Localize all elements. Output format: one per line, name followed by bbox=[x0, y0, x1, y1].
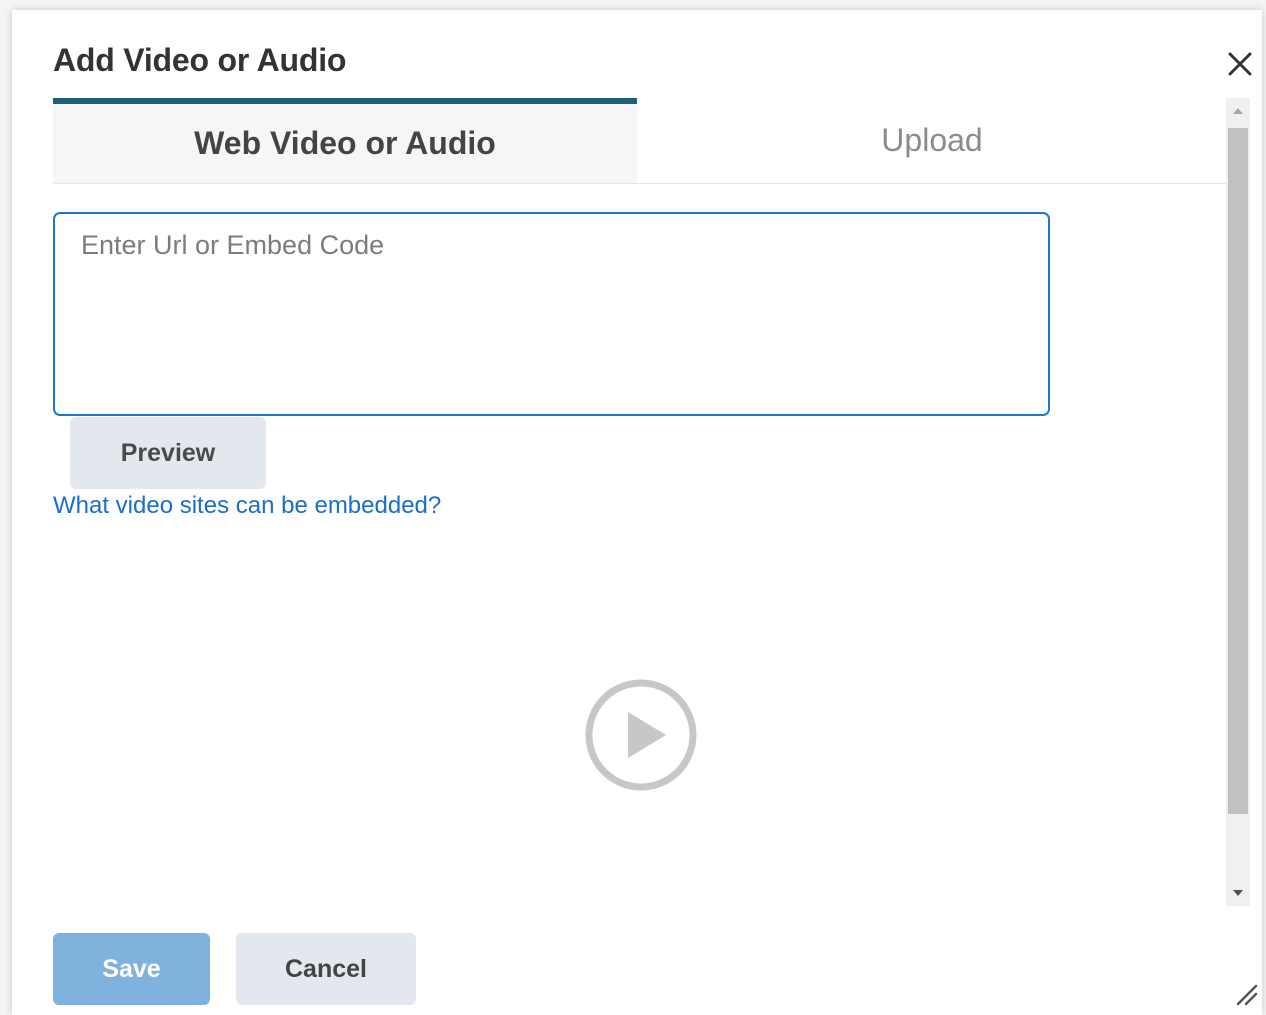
preview-button[interactable]: Preview bbox=[70, 417, 266, 489]
tab-web-video-or-audio[interactable]: Web Video or Audio bbox=[53, 98, 637, 183]
dialog-title: Add Video or Audio bbox=[53, 42, 347, 78]
add-video-dialog: Add Video or Audio Web Video or Audio Up… bbox=[12, 10, 1262, 1015]
page-backdrop: Add Video or Audio Web Video or Audio Up… bbox=[0, 0, 1266, 1015]
tab-upload[interactable]: Upload bbox=[637, 98, 1227, 183]
scrollbar-thumb[interactable] bbox=[1228, 128, 1248, 814]
close-button[interactable] bbox=[1222, 46, 1258, 82]
vertical-scrollbar[interactable] bbox=[1226, 98, 1250, 906]
cancel-button[interactable]: Cancel bbox=[236, 933, 416, 1005]
url-or-embed-code-input[interactable] bbox=[53, 212, 1050, 416]
save-button[interactable]: Save bbox=[53, 933, 210, 1005]
scroll-down-arrow-icon[interactable] bbox=[1226, 880, 1250, 906]
close-icon bbox=[1228, 52, 1252, 76]
embeddable-sites-help-link[interactable]: What video sites can be embedded? bbox=[53, 492, 441, 520]
resize-handle-icon[interactable] bbox=[1232, 980, 1258, 1006]
scroll-up-arrow-icon[interactable] bbox=[1226, 98, 1250, 124]
play-icon bbox=[585, 679, 697, 791]
tab-list: Web Video or Audio Upload bbox=[53, 98, 1227, 184]
